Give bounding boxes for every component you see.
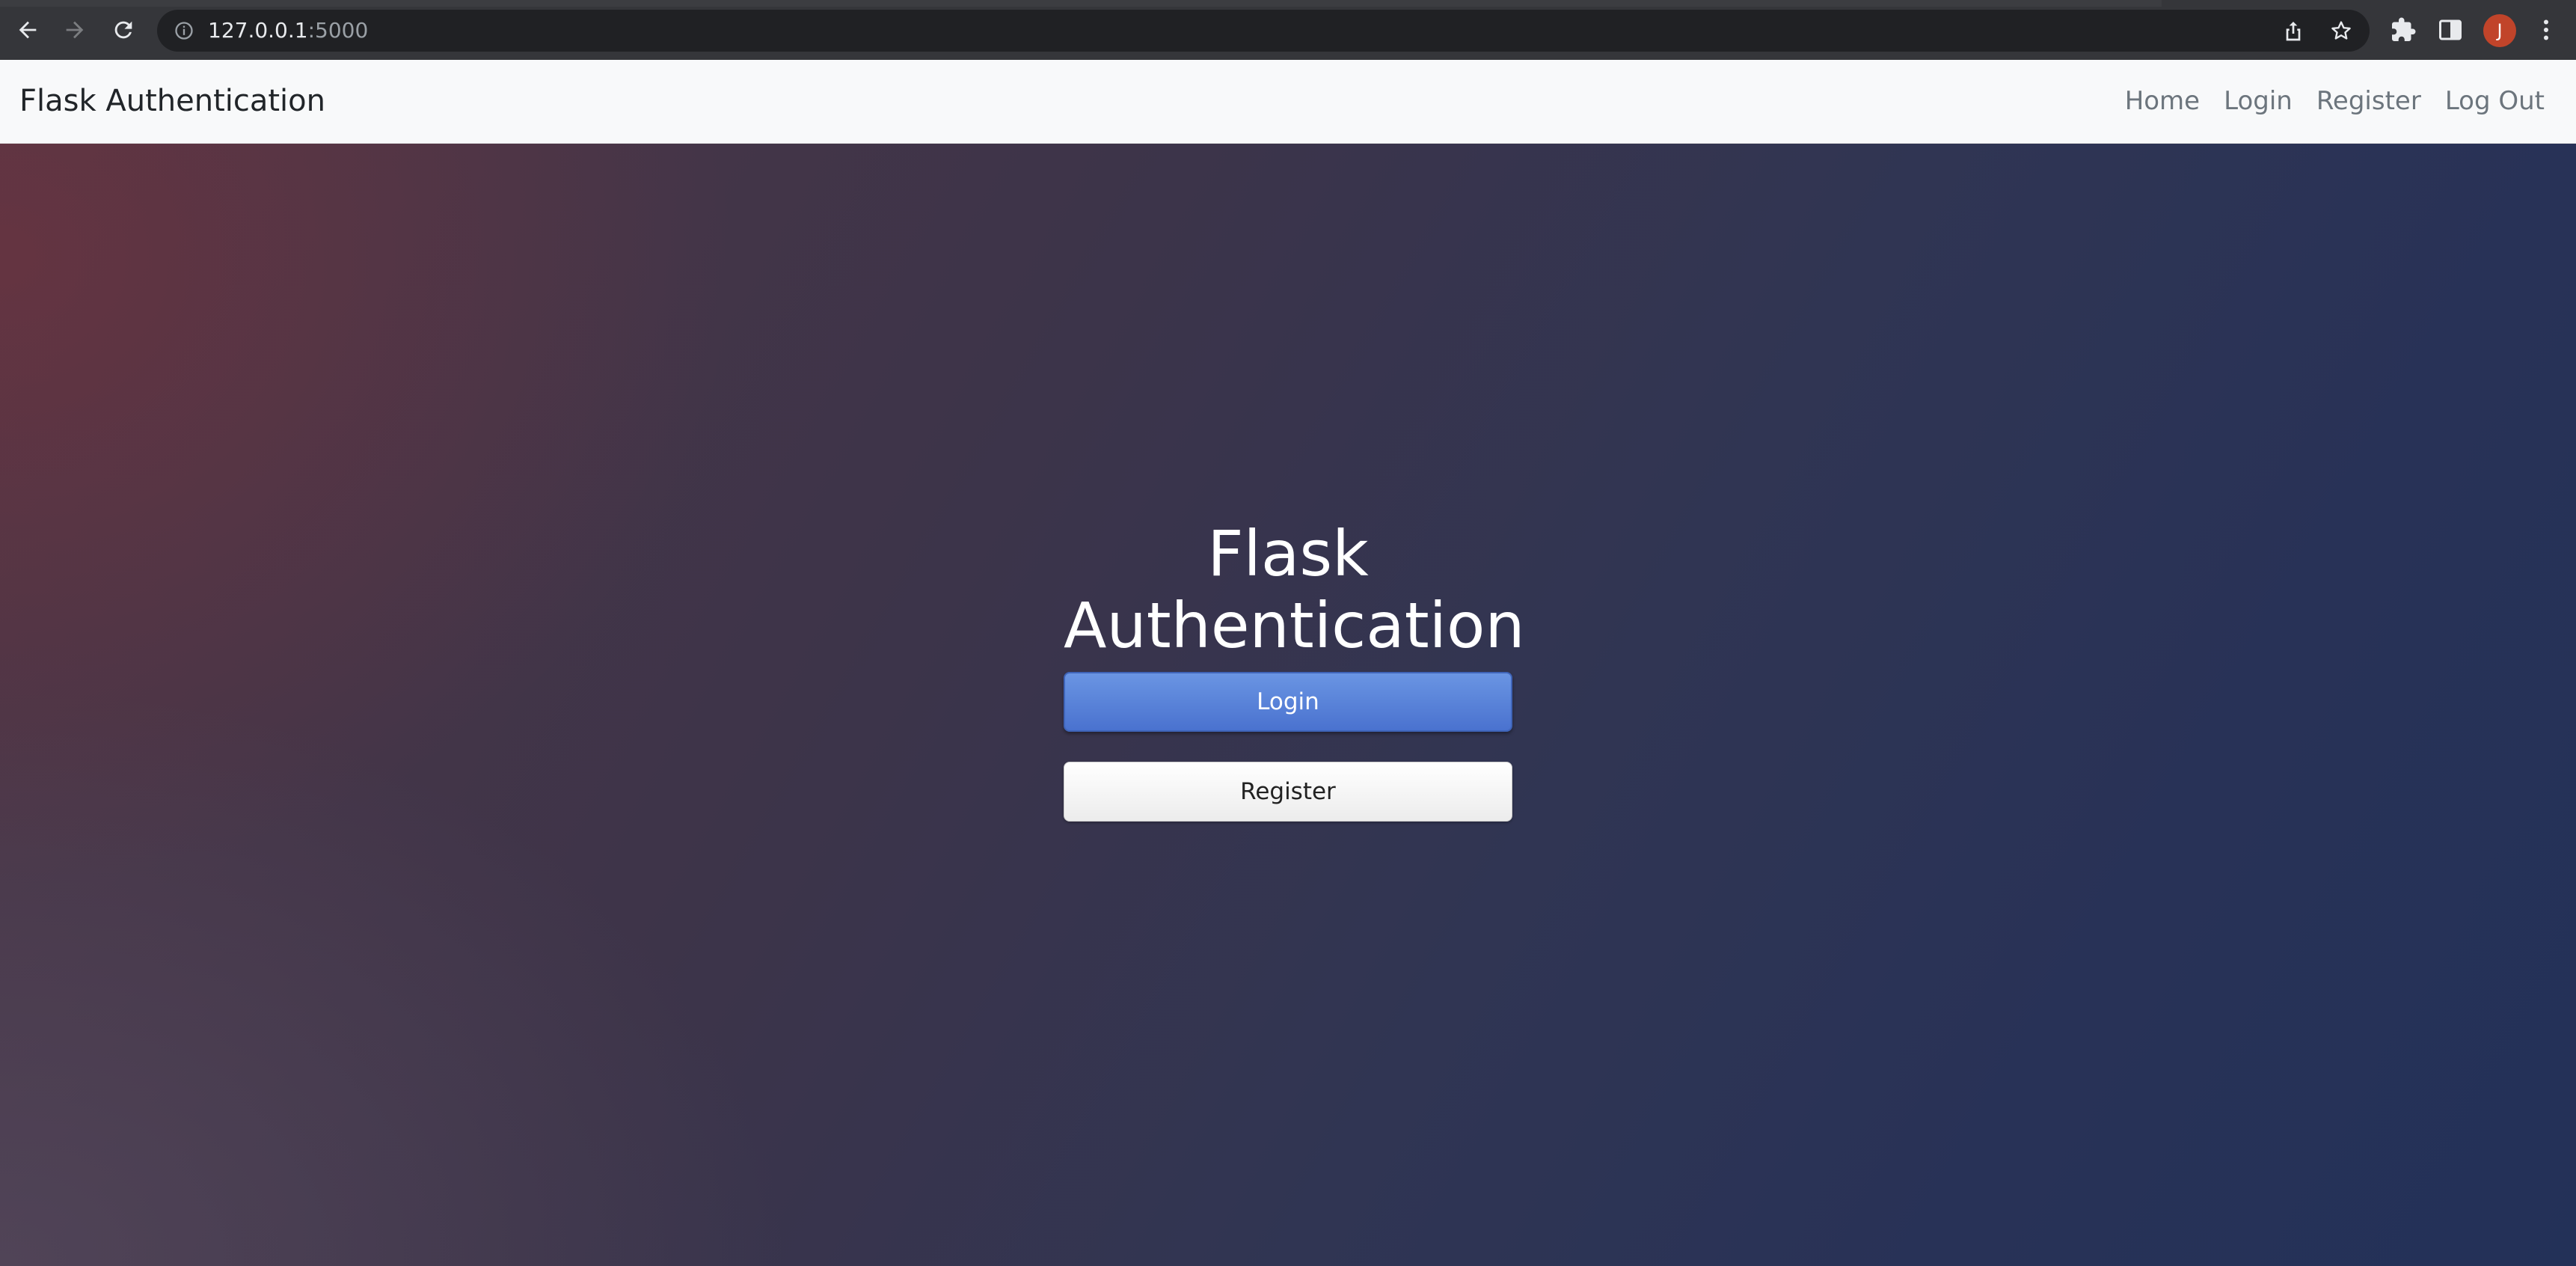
share-icon[interactable] (2281, 19, 2305, 43)
arrow-left-icon (19, 21, 37, 39)
address-bar[interactable]: 127.0.0.1:5000 (157, 10, 2370, 52)
hero-section: Flask Authentication Login Register (0, 144, 2576, 1266)
navbar-brand[interactable]: Flask Authentication (19, 82, 325, 120)
hero-title-line-2: Authentication (1064, 589, 1525, 662)
reload-icon (114, 21, 132, 39)
url-text[interactable]: 127.0.0.1:5000 (208, 17, 368, 44)
nav-link-register[interactable]: Register (2316, 84, 2421, 118)
nav-link-login[interactable]: Login (2224, 84, 2293, 118)
site-navbar: Flask Authentication Home Login Register… (0, 60, 2576, 144)
back-button[interactable] (13, 15, 43, 45)
hero-content: Flask Authentication Login Register (1064, 517, 1525, 822)
nav-link-logout[interactable]: Log Out (2445, 84, 2545, 118)
side-panel-icon[interactable] (2437, 16, 2464, 43)
register-button[interactable]: Register (1064, 762, 1512, 822)
kebab-menu-icon[interactable] (2533, 16, 2560, 43)
star-icon[interactable] (2329, 19, 2353, 43)
hero-title: Flask Authentication (1064, 517, 1525, 661)
hero-title-line-1: Flask (1207, 517, 1369, 590)
url-host: 127.0.0.1 (208, 18, 308, 43)
puzzle-icon[interactable] (2390, 16, 2417, 43)
browser-toolbar: 127.0.0.1:5000 J (0, 0, 2576, 60)
nav-links: Home Login Register Log Out (2125, 84, 2545, 118)
nav-link-home[interactable]: Home (2125, 84, 2200, 118)
reload-button[interactable] (108, 15, 138, 45)
info-icon[interactable] (174, 20, 194, 41)
profile-avatar[interactable]: J (2483, 14, 2516, 47)
login-button[interactable]: Login (1064, 672, 1512, 732)
forward-button[interactable] (60, 15, 90, 45)
arrow-right-icon (66, 21, 84, 39)
url-port: :5000 (307, 18, 369, 43)
